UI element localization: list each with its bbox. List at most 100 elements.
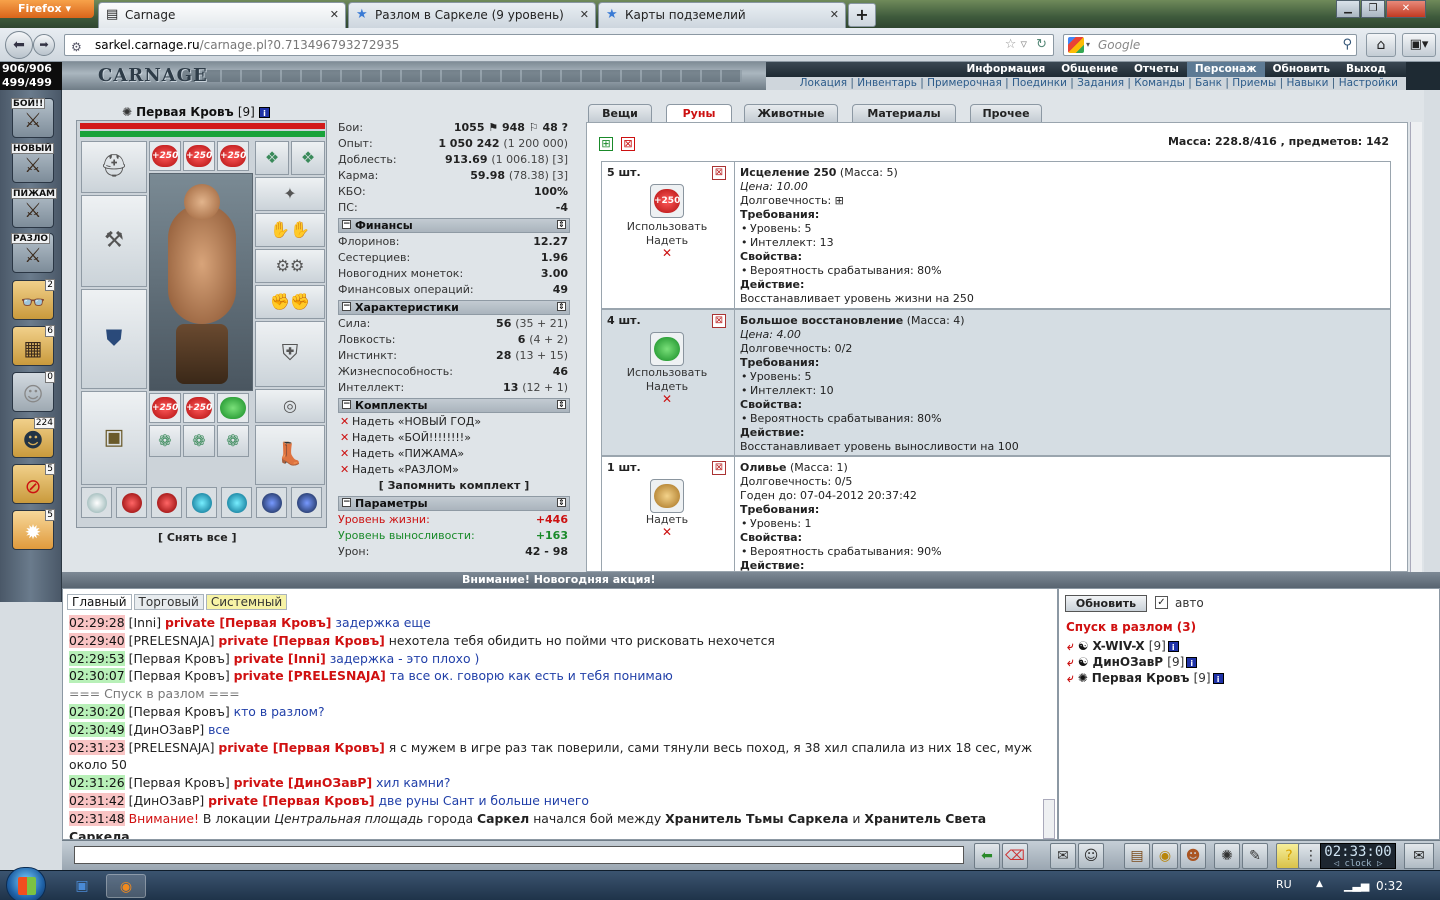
boots-slot[interactable]: 👢 [255,425,325,485]
submenu-tricks[interactable]: Приемы [1232,77,1276,89]
bookmark-star-icon[interactable]: ☆ ▿ [1005,35,1027,55]
private-arrow-icon[interactable]: ⤶ [1067,639,1074,653]
chat-timestamp[interactable]: 02:29:53 [69,650,125,666]
chest-icon[interactable]: ▤ [1124,843,1150,869]
collapse-icon[interactable]: − [342,400,351,409]
chat-input[interactable] [74,846,964,864]
info-icon[interactable]: i [1212,673,1224,684]
submenu-quests[interactable]: Задания [1077,77,1124,89]
remove-icon[interactable]: ✕ [340,430,349,446]
taskbar-save-icon[interactable]: ▣ [62,874,102,898]
gem-slot[interactable] [81,487,112,518]
private-recipient[interactable]: private [Первая Кровъ] [218,633,384,648]
back-button[interactable]: ⬅ [5,31,33,59]
item-menu-icon[interactable]: ⊠ [712,461,726,475]
coins-icon[interactable]: ◉ [1152,843,1178,869]
player-row[interactable]: ⤶ ✺ Первая Кровъ [9] i [1067,671,1224,686]
collapse-icon[interactable]: − [342,498,351,507]
player-row[interactable]: ⤶ ☯ X-WIV-X [9] i [1067,639,1179,654]
bracers-slot[interactable]: ⚙⚙ [255,249,325,283]
menu-exit[interactable]: Выход [1338,62,1394,77]
chat-timestamp[interactable]: 02:31:42 [69,792,125,808]
gem-slot[interactable] [151,487,182,518]
remove-icon[interactable]: ✕ [340,462,349,478]
close-icon[interactable]: ✕ [580,3,589,27]
tab-maps[interactable]: ★ Карты подземелий ✕ [598,2,846,28]
bookmarks-button[interactable]: ▣▾ [1402,33,1436,57]
chat-timestamp[interactable]: 02:29:28 [69,615,125,630]
expand-icon[interactable]: ⇕ [557,498,566,507]
submenu-fitting[interactable]: Примерочная [927,77,1002,89]
tab-system-chat[interactable]: Системный [205,594,288,610]
gem-slot[interactable] [221,487,252,518]
ring-slot[interactable]: ❁ [183,425,215,457]
rune-slot[interactable]: +250 [183,141,215,171]
sidebar-kit-newyear[interactable]: НОВЫЙ ⚔ [11,143,54,183]
submenu-inventory[interactable]: Инвентарь [857,77,917,89]
reload-icon[interactable]: ↻ [1036,35,1047,55]
amulet-slot[interactable]: ❖ [291,141,325,175]
kit-link[interactable]: ✕ Надеть «НОВЫЙ ГОД» [338,414,570,430]
player-row[interactable]: ⤶ ☯ ДинОЗавР [9] i [1067,655,1198,670]
params-header[interactable]: − Параметры ⇕ [338,496,570,511]
collapse-icon[interactable]: − [342,220,351,229]
sidebar-kit-battle[interactable]: БОЙ!! ⚔ [11,98,54,138]
necklace-slot[interactable]: ✦ [255,177,325,211]
rune-slot[interactable]: +250 [149,393,181,423]
private-recipient[interactable]: private [ДинОЗавР] [234,775,373,790]
scroll-icon[interactable]: ✎ [1242,843,1268,869]
refresh-button[interactable]: Обновить [1065,595,1147,612]
tab-materials[interactable]: Материалы [852,104,956,122]
collapse-icon[interactable]: − [342,302,351,311]
sidebar-group[interactable]: 224 ☻ [12,417,55,458]
submenu-teams[interactable]: Команды [1134,77,1185,89]
sidebar-forbidden[interactable]: 5 ⊘ [12,463,55,504]
amulet-slot[interactable]: ❖ [255,141,289,175]
delete-icon[interactable]: ✕ [662,392,672,406]
chat-timestamp[interactable]: 02:30:07 [69,668,125,684]
shield-slot[interactable]: ⛨ [255,321,325,387]
tab-razlom[interactable]: ★ Разлом в Саркеле (9 уровень) ✕ [348,2,596,28]
submenu-skills[interactable]: Навыки [1286,77,1328,89]
people-icon[interactable]: ☻ [1180,843,1206,869]
search-input[interactable]: ▾ Google ⚲ [1063,34,1357,56]
rune-slot[interactable]: +250 [149,141,181,171]
home-button[interactable]: ⌂ [1366,33,1396,57]
tab-trade-chat[interactable]: Торговый [133,594,204,610]
kit-link[interactable]: ✕ Надеть «ПИЖАМА» [338,446,570,462]
private-recipient[interactable]: private [Первая Кровъ] [218,740,384,755]
private-recipient[interactable]: private [Первая Кровъ] [165,615,331,630]
expand-icon[interactable]: ⇕ [557,220,566,229]
delete-icon[interactable]: ✕ [662,246,672,260]
rune-slot[interactable]: +250 [183,393,215,423]
tray-up-icon[interactable]: ▲ [1316,879,1323,889]
sun-icon[interactable]: ✺ [1214,843,1240,869]
tab-carnage[interactable]: ▤ Carnage ✕ [98,2,346,28]
tab-items[interactable]: Вещи [588,104,652,122]
minimize-icon[interactable]: ▁ [1336,0,1360,18]
auto-checkbox[interactable]: ✓ [1155,596,1168,609]
menu-arrows[interactable] [1406,62,1440,90]
expand-all-icon[interactable]: ⊞ [599,137,613,151]
use-link[interactable]: Использовать [602,366,732,380]
weapon-slot[interactable]: ⚒ [81,195,147,287]
submenu-settings[interactable]: Настройки [1339,77,1398,89]
chat-timestamp[interactable]: 02:31:48 [69,810,125,826]
item-menu-icon[interactable]: ⊠ [712,166,726,180]
url-bar[interactable]: ⚙ sarkel.carnage.ru/carnage.pl?0.7134967… [64,34,1054,56]
private-arrow-icon[interactable]: ⤶ [1067,655,1074,669]
menu-character[interactable]: Персонаж [1186,62,1265,77]
gem-slot[interactable] [256,487,287,518]
item-menu-icon[interactable]: ⊠ [712,314,726,328]
remove-icon[interactable]: ✕ [340,414,349,430]
private-recipient[interactable]: private [Inni] [234,651,326,666]
signal-icon[interactable]: ▁▃▅ [1344,879,1369,892]
smile-icon[interactable]: ☺ [1078,843,1104,869]
language-indicator[interactable]: RU [1276,878,1292,891]
tab-runes[interactable]: Руны [666,104,732,123]
gloves-slot[interactable]: ✋✋ [255,213,325,247]
collapse-all-icon[interactable]: ⊠ [621,137,635,151]
menu-reports[interactable]: Отчеты [1126,62,1187,77]
private-recipient[interactable]: private [Первая Кровъ] [208,793,374,808]
window-close-icon[interactable]: ✕ [1386,0,1426,18]
